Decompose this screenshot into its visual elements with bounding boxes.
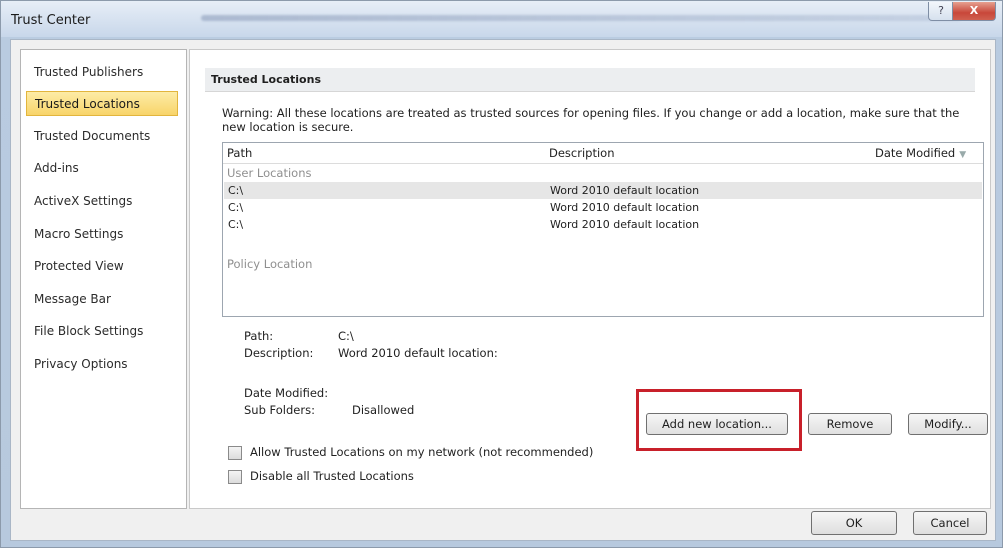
date-modified-label: Date Modified: xyxy=(244,386,329,400)
locations-list[interactable]: Path Description Date Modified ▼ User Loc… xyxy=(222,142,984,317)
cancel-button[interactable]: Cancel xyxy=(913,511,987,535)
location-row[interactable]: C:\ Word 2010 default location xyxy=(224,182,982,199)
column-header-date-modified-label: Date Modified xyxy=(875,146,956,160)
description-label: Description: xyxy=(244,346,314,360)
category-nav: Trusted Publishers Trusted Locations Tru… xyxy=(20,49,187,509)
nav-item-add-ins[interactable]: Add-ins xyxy=(26,156,178,181)
group-label-policy-location: Policy Location xyxy=(227,257,313,271)
location-path: C:\ xyxy=(228,201,244,214)
description-value: Word 2010 default location: xyxy=(338,346,498,360)
disable-all-label: Disable all Trusted Locations xyxy=(250,469,414,483)
location-description: Word 2010 default location xyxy=(550,184,700,197)
allow-network-label: Allow Trusted Locations on my network (n… xyxy=(250,445,594,459)
list-header: Path Description Date Modified ▼ xyxy=(223,143,983,164)
trusted-locations-panel: Trusted Locations Warning: All these loc… xyxy=(189,49,991,509)
ok-button[interactable]: OK xyxy=(811,511,897,535)
location-row[interactable]: C:\ Word 2010 default location xyxy=(224,199,982,216)
sub-folders-value: Disallowed xyxy=(352,403,415,417)
location-description: Word 2010 default location xyxy=(550,201,700,214)
allow-network-checkbox[interactable] xyxy=(228,446,242,460)
column-header-path[interactable]: Path xyxy=(227,146,252,160)
help-button[interactable]: ? xyxy=(928,2,954,21)
disable-all-checkbox[interactable] xyxy=(228,470,242,484)
add-new-location-button[interactable]: Add new location... xyxy=(646,413,788,435)
location-path: C:\ xyxy=(228,184,244,197)
title-bar: Trust Center ? X xyxy=(1,1,1002,37)
nav-item-protected-view[interactable]: Protected View xyxy=(26,254,178,279)
column-header-description[interactable]: Description xyxy=(549,146,615,160)
section-title: Trusted Locations xyxy=(205,68,975,92)
security-warning: Warning: All these locations are treated… xyxy=(222,106,960,134)
remove-button[interactable]: Remove xyxy=(808,413,892,435)
column-header-date-modified[interactable]: Date Modified ▼ xyxy=(875,146,966,160)
trust-center-window: Trust Center ? X Trusted Publishers Trus… xyxy=(0,0,1003,548)
location-path: C:\ xyxy=(228,218,244,231)
window-title: Trust Center xyxy=(11,13,91,28)
blurred-title-text xyxy=(201,15,961,21)
nav-item-file-block-settings[interactable]: File Block Settings xyxy=(26,319,178,344)
path-value: C:\ xyxy=(338,329,354,343)
nav-item-trusted-documents[interactable]: Trusted Documents xyxy=(26,124,178,149)
nav-item-macro-settings[interactable]: Macro Settings xyxy=(26,222,178,247)
nav-item-trusted-locations[interactable]: Trusted Locations xyxy=(26,91,178,116)
sub-folders-label: Sub Folders: xyxy=(244,403,315,417)
location-row[interactable]: C:\ Word 2010 default location xyxy=(224,216,982,233)
nav-item-message-bar[interactable]: Message Bar xyxy=(26,287,178,312)
modify-button[interactable]: Modify... xyxy=(908,413,988,435)
nav-item-privacy-options[interactable]: Privacy Options xyxy=(26,352,178,377)
nav-item-activex-settings[interactable]: ActiveX Settings xyxy=(26,189,178,214)
nav-item-trusted-publishers[interactable]: Trusted Publishers xyxy=(26,60,178,85)
sort-chevron-icon: ▼ xyxy=(959,150,967,160)
close-button[interactable]: X xyxy=(952,2,996,21)
path-label: Path: xyxy=(244,329,274,343)
group-label-user-locations: User Locations xyxy=(227,166,312,180)
location-description: Word 2010 default location xyxy=(550,218,700,231)
dialog-body: Trusted Publishers Trusted Locations Tru… xyxy=(10,39,996,541)
